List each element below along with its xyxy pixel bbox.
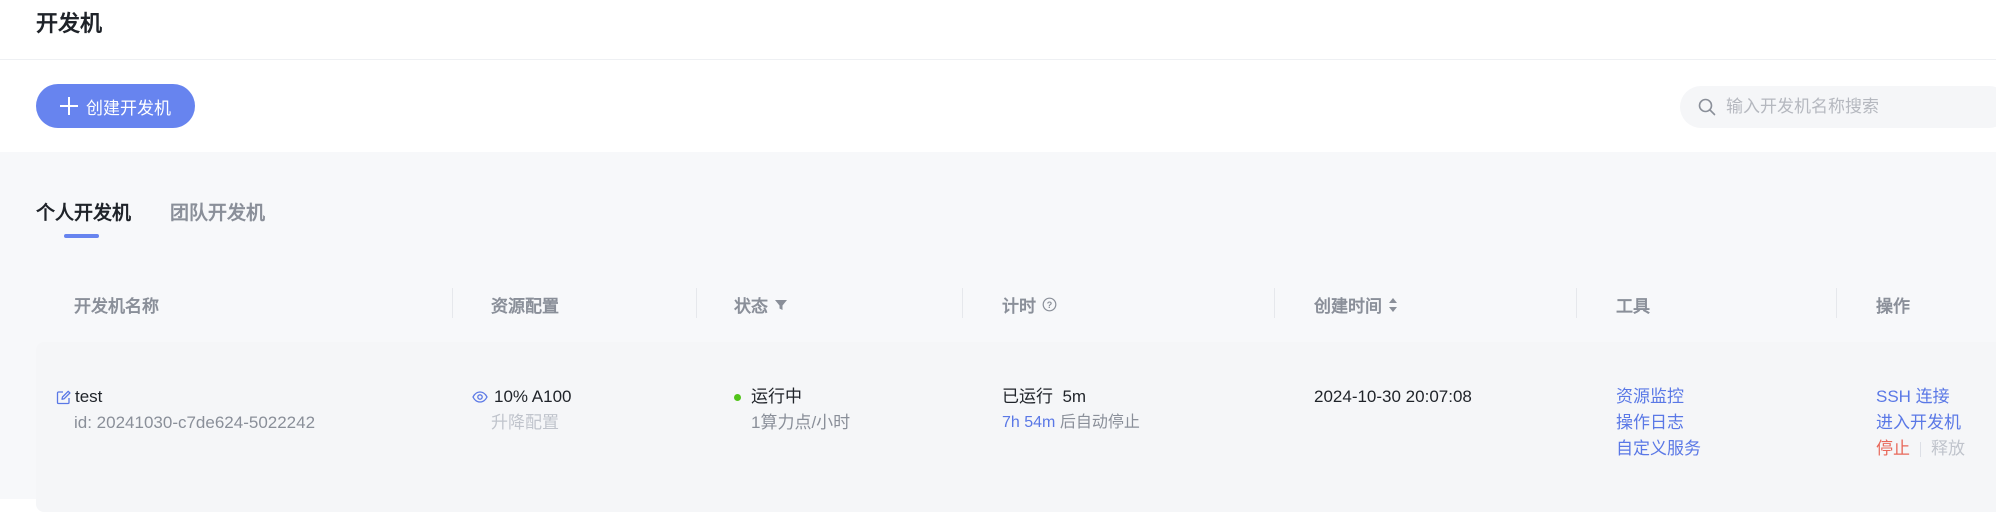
- operation-log-link[interactable]: 操作日志: [1616, 410, 1701, 436]
- running-label: 已运行: [1002, 387, 1053, 406]
- sort-icon[interactable]: [1388, 297, 1398, 313]
- tab-personal[interactable]: 个人开发机: [36, 198, 131, 225]
- column-header-name-label: 开发机名称: [74, 297, 159, 316]
- created-time: 2024-10-30 20:07:08: [1314, 387, 1472, 406]
- page-header: 开发机: [0, 0, 1996, 60]
- running-value: 5m: [1062, 387, 1087, 406]
- edit-icon[interactable]: [56, 390, 71, 405]
- status-text: 运行中: [751, 387, 802, 406]
- actions-cell: SSH 连接 进入开发机 停止 释放: [1876, 384, 1965, 462]
- column-header-resource: 资源配置: [491, 292, 559, 317]
- column-header-actions: 操作: [1876, 292, 1910, 317]
- price-text: 1算力点/小时: [751, 413, 851, 432]
- column-divider: [1836, 288, 1837, 318]
- enter-machine-link[interactable]: 进入开发机: [1876, 410, 1965, 436]
- toolbar: 创建开发机: [0, 60, 1996, 152]
- search-box[interactable]: [1680, 86, 1996, 128]
- column-header-created[interactable]: 创建时间: [1314, 292, 1398, 317]
- resource-monitor-link[interactable]: 资源监控: [1616, 384, 1701, 410]
- resource-spec: 10% A100: [494, 387, 572, 406]
- tools-cell: 资源监控 操作日志 自定义服务: [1616, 384, 1701, 462]
- tab-team[interactable]: 团队开发机: [170, 198, 265, 225]
- column-header-resource-label: 资源配置: [491, 297, 559, 316]
- custom-service-link[interactable]: 自定义服务: [1616, 436, 1701, 462]
- search-icon: [1698, 98, 1716, 116]
- eye-icon[interactable]: [472, 391, 488, 403]
- machine-id: id: 20241030-c7de624-5022242: [74, 413, 316, 432]
- action-divider: [1920, 441, 1921, 457]
- column-header-status-label: 状态: [734, 297, 768, 316]
- status-running-icon: [734, 393, 741, 401]
- release-button[interactable]: 释放: [1931, 436, 1965, 462]
- remaining-time: 7h 54m: [1002, 414, 1056, 431]
- resource-cell: 10% A100 升降配置: [472, 384, 572, 436]
- machine-name: test: [75, 387, 103, 406]
- active-tab-indicator: [64, 234, 99, 238]
- column-header-timer-label: 计时: [1002, 297, 1036, 316]
- timer-cell: 已运行 5m 7h 54m 后自动停止: [1002, 384, 1140, 436]
- column-header-actions-label: 操作: [1876, 297, 1910, 316]
- search-input[interactable]: [1726, 97, 1986, 117]
- stop-button[interactable]: 停止: [1876, 436, 1910, 462]
- column-divider: [1576, 288, 1577, 318]
- column-header-tools-label: 工具: [1616, 297, 1650, 316]
- main-content: 个人开发机 团队开发机 开发机名称 资源配置 状态 计时 ? 创建时间 工具 操…: [0, 152, 1996, 512]
- column-divider: [696, 288, 697, 318]
- column-divider: [1274, 288, 1275, 318]
- create-button-label: 创建开发机: [86, 98, 171, 118]
- column-header-status: 状态: [734, 292, 788, 317]
- column-header-tools: 工具: [1616, 292, 1650, 317]
- column-divider: [962, 288, 963, 318]
- column-divider: [452, 288, 453, 318]
- column-header-created-label: 创建时间: [1314, 297, 1382, 316]
- plus-icon: [60, 97, 78, 115]
- page-title: 开发机: [36, 11, 103, 36]
- status-cell: 运行中 1算力点/小时: [734, 384, 850, 436]
- table-row: test id: 20241030-c7de624-5022242 10% A1…: [36, 342, 1996, 512]
- resize-config-link[interactable]: 升降配置: [491, 410, 572, 436]
- svg-text:?: ?: [1047, 300, 1053, 310]
- auto-stop-text: 后自动停止: [1059, 414, 1140, 431]
- column-header-name: 开发机名称: [74, 292, 159, 317]
- column-header-timer: 计时 ?: [1002, 292, 1057, 317]
- create-dev-machine-button[interactable]: 创建开发机: [36, 84, 195, 128]
- created-cell: 2024-10-30 20:07:08: [1314, 384, 1472, 410]
- filter-icon[interactable]: [774, 298, 788, 312]
- name-cell: test id: 20241030-c7de624-5022242: [56, 384, 315, 436]
- ssh-connect-link[interactable]: SSH 连接: [1876, 384, 1965, 410]
- help-icon[interactable]: ?: [1042, 297, 1057, 312]
